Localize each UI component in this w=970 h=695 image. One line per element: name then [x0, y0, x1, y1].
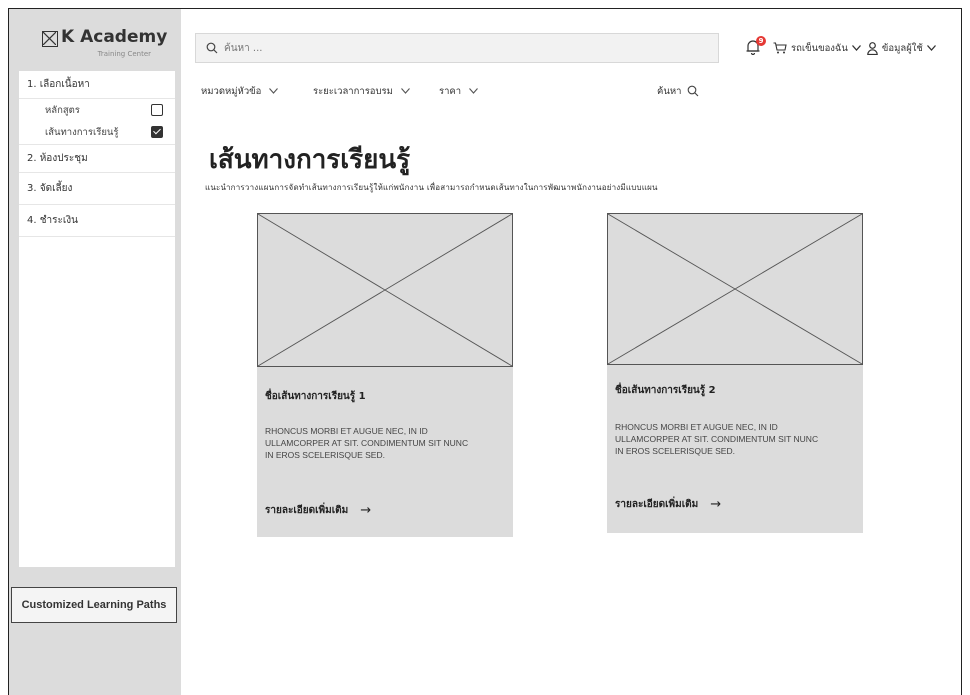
app-window: K Academy Training Center 1. เลือกเนื้อห… — [8, 8, 962, 695]
sidebar-item-select-content[interactable]: 1. เลือกเนื้อหา — [19, 71, 175, 99]
search-placeholder: ค้นหา ... — [224, 42, 263, 54]
search-icon — [688, 85, 699, 97]
logo-subtitle: Training Center — [97, 50, 151, 58]
notification-button[interactable]: 9 — [745, 36, 766, 57]
card-description: RHONCUS MORBI ET AUGUE NEC, IN ID ULLAMC… — [615, 422, 819, 456]
sidebar-subitem-label: หลักสูตร — [45, 104, 80, 116]
chevron-down-icon — [851, 45, 861, 51]
card-more-label: รายละเอียดเพิ่มเติม — [615, 499, 699, 510]
duration-filter[interactable]: ระยะเวลาการอบรม — [313, 79, 410, 103]
arrow-right-icon: → — [360, 503, 372, 518]
image-placeholder — [607, 213, 863, 365]
filter-bar: หมวดหมู่หัวข้อ ระยะเวลาการอบรม ราคา ค้นห… — [201, 79, 731, 103]
card-title: ชื่อเส้นทางการเรียนรู้ 2 — [615, 385, 716, 396]
card-description: RHONCUS MORBI ET AUGUE NEC, IN ID ULLAMC… — [265, 426, 469, 460]
cart-button[interactable]: รถเข็นของฉัน — [773, 41, 861, 56]
page-description: แนะนำการวางแผนการจัดทำเส้นทางการเรียนรู้… — [205, 183, 658, 192]
cart-label: รถเข็นของฉัน — [791, 42, 848, 54]
filter-search-button[interactable]: ค้นหา — [657, 79, 699, 103]
chevron-down-icon — [400, 88, 410, 94]
courses-checkbox[interactable] — [151, 104, 163, 116]
sidebar-subitem-courses[interactable]: หลักสูตร — [19, 99, 175, 121]
page-title: เส้นทางการเรียนรู้ — [209, 145, 411, 175]
arrow-right-icon: → — [710, 497, 722, 512]
card-more-label: รายละเอียดเพิ่มเติม — [265, 505, 349, 516]
category-filter-label: หมวดหมู่หัวข้อ — [201, 85, 262, 97]
sidebar-item-label: 2. ห้องประชุม — [27, 153, 88, 164]
search-icon — [206, 42, 218, 54]
chevron-down-icon — [926, 45, 936, 51]
sidebar-item-label: 4. ชำระเงิน — [27, 215, 79, 226]
filter-search-label: ค้นหา — [657, 85, 682, 97]
sidebar: K Academy Training Center 1. เลือกเนื้อห… — [9, 9, 181, 695]
learning-paths-checkbox[interactable] — [151, 126, 163, 138]
search-input[interactable]: ค้นหา ... — [195, 33, 719, 63]
logo-icon — [42, 31, 58, 47]
sidebar-item-catering[interactable]: 3. จัดเลี้ยง — [19, 173, 175, 205]
learning-path-card[interactable]: ชื่อเส้นทางการเรียนรู้ 1 RHONCUS MORBI E… — [257, 213, 513, 537]
category-filter[interactable]: หมวดหมู่หัวข้อ — [201, 79, 279, 103]
user-menu-button[interactable]: ข้อมูลผู้ใช้ — [867, 41, 936, 56]
user-label: ข้อมูลผู้ใช้ — [881, 42, 923, 54]
step-menu: 1. เลือกเนื้อหา หลักสูตร เส้นทางการเรียน… — [19, 71, 175, 567]
sidebar-item-label: 3. จัดเลี้ยง — [27, 183, 73, 194]
image-placeholder — [257, 213, 513, 367]
card-more-link[interactable]: รายละเอียดเพิ่มเติม → — [615, 497, 721, 512]
header-actions: 9 รถเข็นของฉัน ข้อมูลผู้ใช้ — [745, 36, 942, 59]
price-filter-label: ราคา — [439, 85, 462, 97]
sidebar-item-meeting-room[interactable]: 2. ห้องประชุม — [19, 145, 175, 173]
price-filter[interactable]: ราคา — [439, 79, 479, 103]
card-more-link[interactable]: รายละเอียดเพิ่มเติม → — [265, 503, 371, 518]
logo[interactable]: K Academy Training Center — [9, 9, 181, 71]
logo-title: K Academy — [61, 27, 168, 47]
chevron-down-icon — [469, 88, 479, 94]
sidebar-subitem-learning-paths[interactable]: เส้นทางการเรียนรู้ — [19, 121, 175, 145]
user-icon — [867, 41, 878, 55]
duration-filter-label: ระยะเวลาการอบรม — [313, 85, 393, 97]
sidebar-item-payment[interactable]: 4. ชำระเงิน — [19, 205, 175, 237]
cart-icon — [773, 42, 787, 54]
notification-badge: 9 — [756, 36, 766, 46]
sidebar-item-label: 1. เลือกเนื้อหา — [27, 79, 90, 90]
learning-path-card[interactable]: ชื่อเส้นทางการเรียนรู้ 2 RHONCUS MORBI E… — [607, 213, 863, 533]
customized-learning-paths-button[interactable]: Customized Learning Paths — [11, 587, 177, 623]
sidebar-subitem-label: เส้นทางการเรียนรู้ — [45, 127, 119, 138]
card-title: ชื่อเส้นทางการเรียนรู้ 1 — [265, 391, 366, 402]
chevron-down-icon — [269, 88, 279, 94]
